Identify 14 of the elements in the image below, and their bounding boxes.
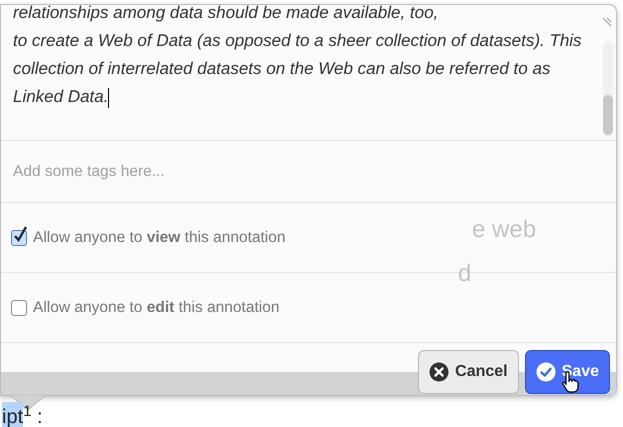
resize-handle-icon[interactable] xyxy=(602,17,612,27)
scrollbar-thumb[interactable] xyxy=(603,95,613,135)
checkbox[interactable] xyxy=(11,300,27,316)
permission-label: Allow anyone to edit this annotation xyxy=(33,298,280,318)
checkmark-icon xyxy=(12,226,28,244)
highlighted-text: ipt xyxy=(2,402,24,427)
checkmark-circle-icon xyxy=(536,362,556,382)
annotation-text[interactable]: relationships among data should be made available, too, to create a Web of Data (as opposed to a sheer collection of datasets). This collection of interrelated datasets on the Web can also be referred to as Linked Data. xyxy=(13,0,605,111)
permission-label: Allow anyone to view this annotation xyxy=(33,228,286,248)
tags-field[interactable]: Add some tags here... xyxy=(1,141,616,203)
save-button[interactable]: Save xyxy=(524,350,610,394)
footnote-text: $^{1}$ : xyxy=(23,402,43,427)
close-circle-icon xyxy=(429,362,450,382)
cancel-button[interactable]: Cancel xyxy=(418,350,519,394)
